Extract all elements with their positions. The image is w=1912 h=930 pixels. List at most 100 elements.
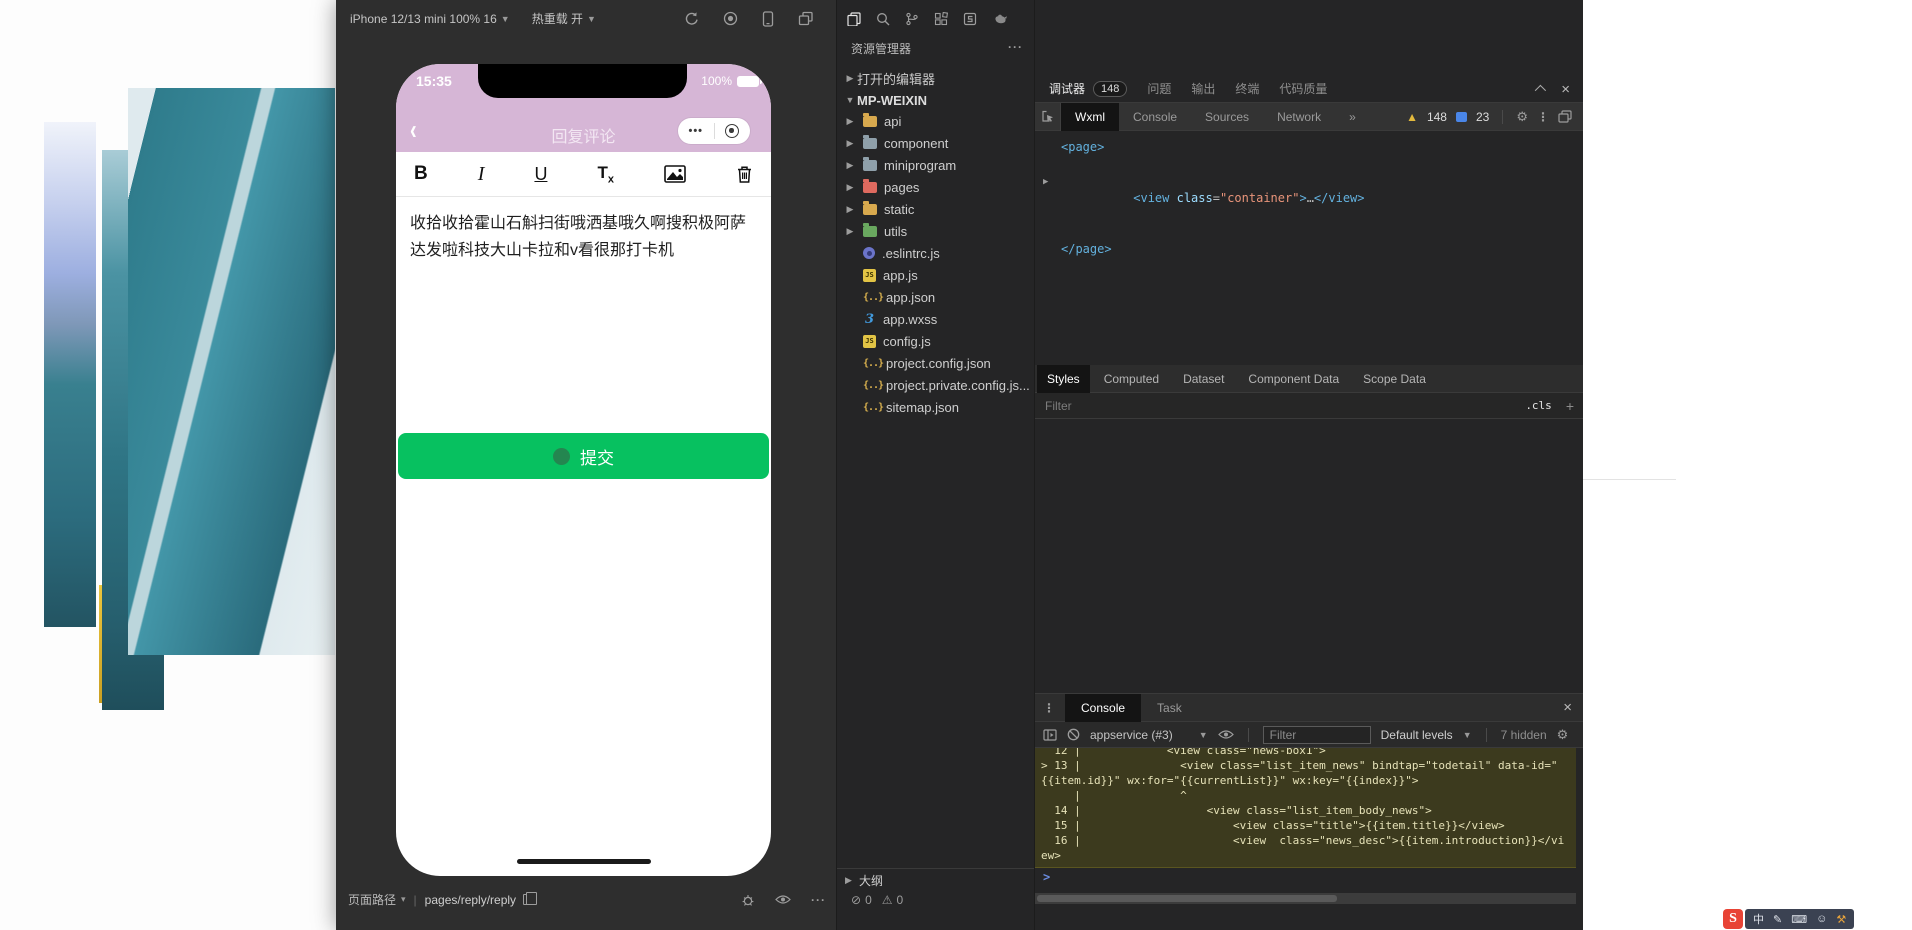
wxml-line[interactable]: ▶<view class="container">…</view> [1035,173,1584,224]
file-row-sitemap[interactable]: ▶ sitemap.json [837,396,1035,418]
bold-button[interactable]: B [414,163,428,185]
insert-image-button[interactable] [664,165,686,183]
styles-filter-input[interactable] [1045,399,1425,413]
more-menu-icon[interactable]: ••• [678,125,714,137]
console-line[interactable]: > 13 | <view class="list_item_news" bind… [1041,758,1570,788]
ime-face-icon[interactable]: ☺ [1816,913,1827,925]
tab-wxml[interactable]: Wxml [1061,103,1119,131]
element-picker-icon[interactable] [1035,103,1061,131]
cls-toggle[interactable]: .cls [1525,399,1552,412]
info-count[interactable]: 23 [1476,110,1489,124]
ime-keyboard-icon[interactable]: ⌨ [1791,913,1807,926]
ime-lang-toggle[interactable]: 中 [1753,911,1764,927]
tab-code-quality[interactable]: 代码质量 [1279,80,1327,97]
file-row-miniprogram[interactable]: ▶ miniprogram [837,154,1035,176]
file-row-pages[interactable]: ▶ pages [837,176,1035,198]
record-icon[interactable] [723,11,738,26]
clear-console-icon[interactable] [1067,728,1080,741]
wxml-line[interactable]: </page> [1035,241,1584,258]
file-row-static[interactable]: ▶ static [837,198,1035,220]
tab-task[interactable]: Task [1141,694,1198,722]
kebab-menu-icon[interactable]: ⋮ [1537,110,1549,124]
file-row-eslintrc[interactable]: ▶ .eslintrc.js [837,242,1035,264]
file-row-config-js[interactable]: ▶ config.js [837,330,1035,352]
close-icon[interactable]: × [1563,699,1572,716]
trash-button[interactable] [736,165,753,184]
phone-mode-icon[interactable] [762,11,774,27]
outline-section[interactable]: ▶ 大纲 [837,868,1035,892]
eye-icon[interactable] [775,894,791,905]
clear-format-button[interactable]: Tx [597,163,614,185]
file-row-app-js[interactable]: ▶ app.js [837,264,1035,286]
open-editors-section[interactable]: ▶ 打开的编辑器 [837,67,1035,89]
refresh-icon[interactable] [684,11,699,26]
italic-button[interactable]: I [478,163,485,186]
outline-label: 大纲 [859,872,883,889]
file-row-project-config[interactable]: ▶ project.config.json [837,352,1035,374]
multi-window-icon[interactable] [798,11,814,26]
file-name: app.js [883,268,918,283]
close-icon[interactable]: × [1561,81,1570,98]
sogou-logo-icon[interactable]: S [1723,909,1743,929]
gear-icon[interactable]: ⚙ [1516,109,1528,125]
snippet-icon[interactable] [963,12,977,26]
ime-toolbox-icon[interactable]: ⚒ [1836,913,1846,926]
log-levels-dropdown[interactable]: Default levels [1381,728,1453,742]
console-settings-icon[interactable]: ⚙ [1557,727,1569,743]
teapot-icon[interactable] [992,13,1008,25]
comment-editor-content[interactable]: 收拾收拾霍山石斛扫街哦洒基哦久啊搜积极阿萨达发啦科技大山卡拉和v看很那打卡机 [396,198,771,264]
file-row-app-wxss[interactable]: ▶ app.wxss [837,308,1035,330]
tab-network[interactable]: Network [1263,103,1335,131]
tab-computed[interactable]: Computed [1094,365,1169,393]
eye-icon[interactable] [1218,729,1234,740]
ime-pen-icon[interactable]: ✎ [1773,913,1782,926]
debug-bug-icon[interactable] [741,893,755,907]
tab-output[interactable]: 输出 [1191,80,1215,97]
project-root[interactable]: ▼ MP-WEIXIN [837,89,1035,111]
tab-dataset[interactable]: Dataset [1173,365,1234,393]
tab-scope-data[interactable]: Scope Data [1353,365,1436,393]
tab-debugger[interactable]: 调试器 [1049,80,1085,97]
warning-count[interactable]: 148 [1427,110,1447,124]
sidebar-toggle-icon[interactable] [1043,729,1057,741]
underline-button[interactable]: U [534,164,547,185]
files-icon[interactable] [847,12,861,26]
expand-arrow-icon[interactable]: ▶ [1043,174,1048,191]
problems-status[interactable]: ⊘ 0 ⚠ 0 [851,893,903,907]
tab-terminal[interactable]: 终端 [1235,80,1259,97]
file-row-component[interactable]: ▶ component [837,132,1035,154]
more-options-icon[interactable]: ··· [811,893,826,907]
file-row-utils[interactable]: ▶ utils [837,220,1035,242]
dock-icon[interactable] [1558,110,1572,123]
console-warning-entry[interactable]: 12 | <view class="news-box1"> > 13 | <vi… [1035,748,1576,868]
page-path-dropdown[interactable]: 页面路径 [348,891,396,908]
tab-console[interactable]: Console [1119,103,1191,131]
file-row-project-private-config[interactable]: ▶ project.private.config.js... [837,374,1035,396]
horizontal-scrollbar[interactable] [1035,893,1576,904]
console-filter-input[interactable] [1263,726,1371,744]
console-prompt[interactable]: > [1043,870,1050,884]
extensions-icon[interactable] [934,12,948,26]
collapse-icon[interactable] [1535,85,1546,96]
copy-path-icon[interactable] [523,894,532,905]
more-tabs-icon[interactable]: » [1335,103,1370,131]
tab-sources[interactable]: Sources [1191,103,1263,131]
file-row-api[interactable]: ▶ api [837,110,1035,132]
wxml-line[interactable]: <page> [1035,139,1584,156]
add-style-icon[interactable]: + [1566,398,1574,414]
context-selector[interactable]: appservice (#3) [1090,728,1173,742]
tab-problems[interactable]: 问题 [1147,80,1171,97]
tab-component-data[interactable]: Component Data [1238,365,1349,393]
explorer-more-icon[interactable]: ··· [1008,40,1023,57]
hot-reload-toggle[interactable]: 热重载 开 [532,10,583,27]
file-row-app-json[interactable]: ▶ app.json [837,286,1035,308]
tab-styles[interactable]: Styles [1037,365,1090,393]
source-control-icon[interactable] [905,12,919,26]
submit-button[interactable]: 提交 [398,433,769,479]
search-icon[interactable] [876,12,890,26]
exit-miniprogram-icon[interactable] [715,124,751,138]
console-log-area[interactable]: 12 | <view class="news-box1"> > 13 | <vi… [1035,748,1584,911]
device-selector[interactable]: iPhone 12/13 mini 100% 16 [350,12,497,26]
tab-console-bottom[interactable]: Console [1065,694,1141,722]
drag-handle-icon[interactable]: ⋮ [1043,701,1055,715]
